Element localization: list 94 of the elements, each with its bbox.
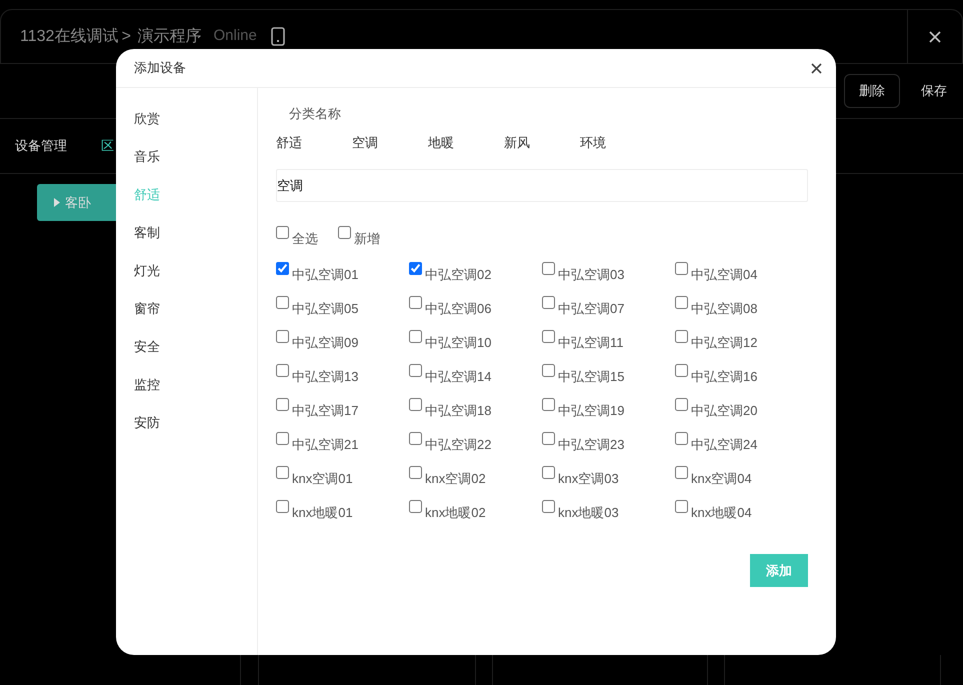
- checkbox-label: knx空调04: [691, 470, 752, 487]
- field-label: 分类名称: [289, 105, 341, 123]
- checkbox[interactable]: [409, 296, 422, 309]
- checkbox-label: 中弘空调17: [292, 402, 358, 419]
- subcategory-tab[interactable]: 环境: [580, 132, 656, 152]
- checkbox-label: 中弘空调16: [691, 368, 758, 385]
- checkbox-label: 中弘空调13: [292, 368, 358, 385]
- checkbox[interactable]: [675, 330, 688, 343]
- checkbox-label: knx地暖04: [691, 504, 752, 521]
- checkbox[interactable]: [542, 398, 555, 411]
- checkbox-label: 中弘空调18: [425, 402, 492, 419]
- checkbox[interactable]: [409, 500, 422, 513]
- checkbox-label: 中弘空调01: [292, 266, 358, 283]
- checkbox-label: 中弘空调15: [558, 368, 624, 385]
- checkbox[interactable]: [542, 364, 555, 377]
- subcategory-tab[interactable]: 新风: [504, 132, 580, 152]
- checkbox-label: 中弘空调07: [558, 300, 624, 317]
- checkbox[interactable]: [409, 364, 422, 377]
- checkbox-label: knx空调01: [292, 470, 353, 487]
- checkbox[interactable]: [542, 432, 555, 445]
- checkbox[interactable]: [276, 466, 289, 479]
- checkbox-label: 中弘空调05: [292, 300, 358, 317]
- close-icon[interactable]: [811, 62, 822, 74]
- checkbox-label: 中弘空调03: [558, 266, 624, 283]
- close-icon[interactable]: [929, 30, 941, 42]
- checkbox-label: 中弘空调23: [558, 436, 624, 453]
- checkbox[interactable]: [542, 466, 555, 479]
- checkbox[interactable]: [276, 364, 289, 377]
- category-item[interactable]: 欣赏: [116, 100, 178, 138]
- checkbox[interactable]: [409, 262, 422, 275]
- checkbox-label: knx地暖03: [558, 504, 619, 521]
- tab[interactable]: 设备管理: [15, 136, 67, 156]
- status-text: Online: [214, 26, 257, 46]
- checkbox[interactable]: [675, 296, 688, 309]
- breadcrumb-link[interactable]: 1132在线调试: [20, 24, 118, 48]
- checkbox[interactable]: [409, 432, 422, 445]
- checkbox[interactable]: [675, 500, 688, 513]
- checkbox-label: 中弘空调12: [691, 334, 758, 351]
- checkbox[interactable]: [276, 398, 289, 411]
- checkbox-label: 中弘空调02: [425, 266, 492, 283]
- name-field[interactable]: 空调: [276, 169, 808, 202]
- subcategory-tab[interactable]: 舒适: [276, 132, 352, 152]
- checkbox[interactable]: [276, 432, 289, 445]
- checkbox[interactable]: [409, 398, 422, 411]
- checkbox[interactable]: [675, 466, 688, 479]
- checkbox[interactable]: [276, 296, 289, 309]
- breadcrumb-separator: >: [122, 26, 131, 46]
- checkbox-label: knx地暖01: [292, 504, 353, 521]
- phone-icon[interactable]: [270, 27, 285, 46]
- checkbox[interactable]: [675, 432, 688, 445]
- category-item[interactable]: 监控: [116, 366, 178, 404]
- checkbox-label: 中弘空调11: [558, 334, 624, 351]
- tab[interactable]: 区: [101, 136, 114, 156]
- checkbox[interactable]: [409, 466, 422, 479]
- checkbox-label: knx空调02: [425, 470, 486, 487]
- page-title: 演示程序: [138, 26, 202, 46]
- category-item[interactable]: 音乐: [116, 138, 178, 176]
- checkbox-label: 中弘空调04: [691, 266, 758, 283]
- category-item[interactable]: 灯光: [116, 252, 178, 290]
- checkbox-label: 中弘空调24: [691, 436, 758, 453]
- checkbox-label: 中弘空调09: [292, 334, 358, 351]
- checkbox[interactable]: [276, 330, 289, 343]
- category-item[interactable]: 窗帘: [116, 290, 178, 328]
- checkbox-label: 中弘空调08: [691, 300, 758, 317]
- checkbox[interactable]: [542, 296, 555, 309]
- checkbox[interactable]: [409, 330, 422, 343]
- checkbox-label: 中弘空调19: [558, 402, 624, 419]
- checkbox-label: 全选: [292, 230, 318, 247]
- delete-button[interactable]: 删除: [844, 74, 900, 108]
- checkbox-label: 中弘空调21: [292, 436, 358, 453]
- subcategory-tab[interactable]: 空调: [352, 132, 428, 152]
- checkbox[interactable]: [276, 500, 289, 513]
- category-item[interactable]: 安防: [116, 404, 178, 442]
- dialog-title: 添加设备: [134, 59, 186, 78]
- checkbox-label: 中弘空调10: [425, 334, 492, 351]
- caret-icon: [54, 198, 60, 207]
- checkbox-label: knx地暖02: [425, 504, 486, 521]
- checkbox[interactable]: [542, 262, 555, 275]
- checkbox[interactable]: [276, 226, 289, 239]
- checkbox[interactable]: [675, 398, 688, 411]
- checkbox-label: 中弘空调20: [691, 402, 758, 419]
- checkbox[interactable]: [276, 262, 289, 275]
- checkbox[interactable]: [675, 364, 688, 377]
- checkbox[interactable]: [542, 330, 555, 343]
- checkbox-label: 中弘空调06: [425, 300, 492, 317]
- checkbox-label: 中弘空调14: [425, 368, 492, 385]
- category-item[interactable]: 安全: [116, 328, 178, 366]
- checkbox[interactable]: [542, 500, 555, 513]
- checkbox-label: 新增: [354, 230, 380, 247]
- checkbox[interactable]: [338, 226, 351, 239]
- checkbox[interactable]: [675, 262, 688, 275]
- checkbox-label: 中弘空调22: [425, 436, 492, 453]
- checkbox-label: knx空调03: [558, 470, 619, 487]
- subcategory-tab[interactable]: 地暖: [428, 132, 504, 152]
